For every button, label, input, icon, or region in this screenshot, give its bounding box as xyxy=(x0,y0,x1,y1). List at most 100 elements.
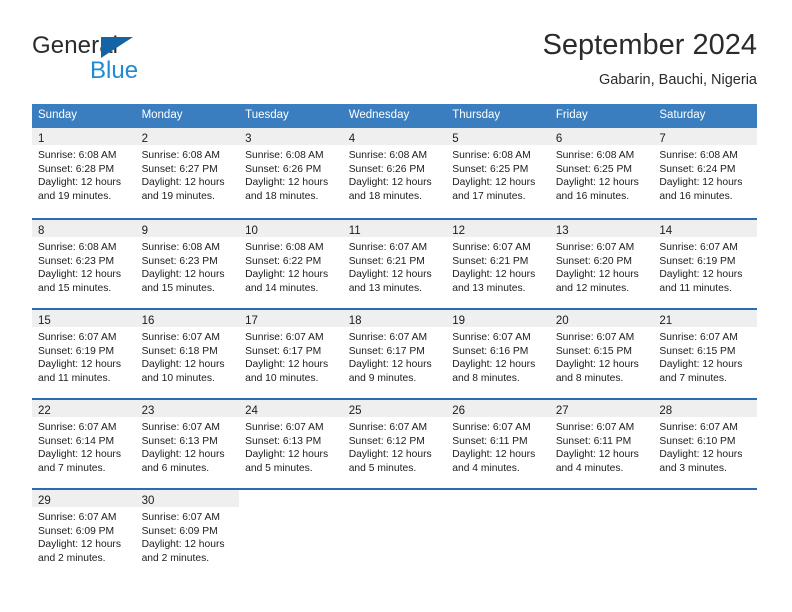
day-number-band: 30 xyxy=(135,490,240,507)
calendar-day[interactable]: 22 Sunrise: 6:07 AM Sunset: 6:14 PM Dayligh… xyxy=(32,398,136,488)
calendar-day[interactable]: 19 Sunrise: 6:07 AM Sunset: 6:16 PM Dayligh… xyxy=(446,308,550,398)
sunset-text: Sunset: 6:15 PM xyxy=(555,345,632,357)
calendar-day[interactable]: 2 Sunrise: 6:08 AM Sunset: 6:27 PM Daylight… xyxy=(135,128,240,218)
day-number-band: 5 xyxy=(446,128,550,145)
calendar-cell xyxy=(653,488,757,578)
day-number-band xyxy=(343,490,447,507)
sunset-text: Sunset: 6:15 PM xyxy=(659,345,736,357)
day-details: Sunrise: 6:07 AM Sunset: 6:09 PM Daylight:… xyxy=(136,507,240,565)
calendar-day[interactable]: 12 Sunrise: 6:07 AM Sunset: 6:21 PM Dayligh… xyxy=(446,218,550,308)
calendar-cell: 5 Sunrise: 6:08 AM Sunset: 6:25 PM Daylight… xyxy=(446,128,550,218)
daylight-text-line1: Daylight: 12 hours xyxy=(452,359,536,370)
calendar-cell: 30 Sunrise: 6:07 AM Sunset: 6:09 PM Dayligh… xyxy=(135,488,240,578)
calendar-cell xyxy=(549,488,654,578)
calendar-cell: 7 Sunrise: 6:08 AM Sunset: 6:24 PM Daylight… xyxy=(653,128,757,218)
sunrise-text: Sunrise: 6:08 AM xyxy=(141,242,220,253)
calendar-day[interactable]: 6 Sunrise: 6:08 AM Sunset: 6:25 PM Daylight… xyxy=(549,128,654,218)
calendar-cell: 10 Sunrise: 6:08 AM Sunset: 6:22 PM Dayligh… xyxy=(239,218,343,308)
calendar-day[interactable]: 10 Sunrise: 6:08 AM Sunset: 6:22 PM Dayligh… xyxy=(239,218,343,308)
calendar-day[interactable]: 24 Sunrise: 6:07 AM Sunset: 6:13 PM Dayligh… xyxy=(239,398,343,488)
sunrise-text: Sunrise: 6:08 AM xyxy=(555,150,635,161)
calendar-day[interactable]: 1 Sunrise: 6:08 AM Sunset: 6:28 PM Daylight… xyxy=(32,128,136,218)
daylight-text-line2: and 4 minutes. xyxy=(452,462,520,474)
day-number-band: 21 xyxy=(653,310,757,327)
daylight-text-line2: and 4 minutes. xyxy=(555,462,624,474)
calendar-day-inner: 18 Sunrise: 6:07 AM Sunset: 6:17 PM Dayligh… xyxy=(342,310,447,398)
day-details: Sunrise: 6:08 AM Sunset: 6:28 PM Daylight:… xyxy=(32,145,136,203)
calendar-day-inner: 26 Sunrise: 6:07 AM Sunset: 6:11 PM Dayligh… xyxy=(446,400,550,488)
calendar-day[interactable]: 5 Sunrise: 6:08 AM Sunset: 6:25 PM Daylight… xyxy=(446,128,550,218)
day-details xyxy=(653,507,757,511)
calendar-day[interactable]: 15 Sunrise: 6:07 AM Sunset: 6:19 PM Dayligh… xyxy=(32,308,136,398)
calendar-day-inner: 2 Sunrise: 6:08 AM Sunset: 6:27 PM Daylight… xyxy=(135,128,240,216)
sunset-text: Sunset: 6:19 PM xyxy=(38,345,115,357)
calendar-day[interactable]: 3 Sunrise: 6:08 AM Sunset: 6:26 PM Daylight… xyxy=(239,128,343,218)
day-details xyxy=(550,507,654,511)
calendar-day[interactable]: 23 Sunrise: 6:07 AM Sunset: 6:13 PM Dayligh… xyxy=(135,398,240,488)
calendar-day-empty xyxy=(239,488,343,578)
day-number: 19 xyxy=(452,315,466,327)
calendar-day-inner: 3 Sunrise: 6:08 AM Sunset: 6:26 PM Daylight… xyxy=(239,128,343,216)
day-number-band: 2 xyxy=(135,128,240,145)
calendar-day[interactable]: 8 Sunrise: 6:08 AM Sunset: 6:23 PM Daylight… xyxy=(32,218,136,308)
sunset-text: Sunset: 6:19 PM xyxy=(659,255,736,267)
sunrise-text: Sunrise: 6:08 AM xyxy=(452,150,531,161)
day-details: Sunrise: 6:07 AM Sunset: 6:15 PM Daylight:… xyxy=(550,327,654,385)
brand-logo[interactable]: General Blue xyxy=(32,33,262,87)
calendar-day-inner xyxy=(550,490,654,578)
calendar-day-inner: 4 Sunrise: 6:08 AM Sunset: 6:26 PM Daylight… xyxy=(342,128,447,216)
calendar-day[interactable]: 21 Sunrise: 6:07 AM Sunset: 6:15 PM Dayligh… xyxy=(653,308,757,398)
sunset-text: Sunset: 6:12 PM xyxy=(348,435,425,447)
calendar-day[interactable]: 30 Sunrise: 6:07 AM Sunset: 6:09 PM Dayligh… xyxy=(135,488,240,578)
sunrise-text: Sunrise: 6:08 AM xyxy=(38,150,117,161)
daylight-text-line1: Daylight: 12 hours xyxy=(245,359,329,370)
daylight-text-line1: Daylight: 12 hours xyxy=(555,177,639,188)
day-number-band xyxy=(653,490,757,507)
day-number: 13 xyxy=(555,225,569,237)
calendar-day[interactable]: 25 Sunrise: 6:07 AM Sunset: 6:12 PM Dayligh… xyxy=(342,398,447,488)
day-details: Sunrise: 6:07 AM Sunset: 6:11 PM Daylight:… xyxy=(446,417,550,475)
calendar-cell: 21 Sunrise: 6:07 AM Sunset: 6:15 PM Dayligh… xyxy=(653,308,757,398)
calendar-day[interactable]: 7 Sunrise: 6:08 AM Sunset: 6:24 PM Daylight… xyxy=(653,128,757,218)
calendar-day[interactable]: 13 Sunrise: 6:07 AM Sunset: 6:20 PM Dayligh… xyxy=(549,218,654,308)
calendar-day[interactable]: 4 Sunrise: 6:08 AM Sunset: 6:26 PM Daylight… xyxy=(342,128,447,218)
sunrise-text: Sunrise: 6:07 AM xyxy=(141,512,220,523)
weekday-header-friday: Friday xyxy=(549,104,654,128)
sunset-text: Sunset: 6:25 PM xyxy=(452,163,529,175)
day-number-band: 11 xyxy=(342,220,447,237)
sunrise-text: Sunrise: 6:07 AM xyxy=(659,422,738,433)
calendar-day-inner: 11 Sunrise: 6:07 AM Sunset: 6:21 PM Dayligh… xyxy=(342,220,447,308)
sunrise-text: Sunrise: 6:07 AM xyxy=(141,332,220,343)
calendar-day-inner: 21 Sunrise: 6:07 AM Sunset: 6:15 PM Dayligh… xyxy=(653,310,757,398)
calendar-day[interactable]: 28 Sunrise: 6:07 AM Sunset: 6:10 PM Dayligh… xyxy=(653,398,757,488)
calendar-day[interactable]: 14 Sunrise: 6:07 AM Sunset: 6:19 PM Dayligh… xyxy=(653,218,757,308)
sunset-text: Sunset: 6:24 PM xyxy=(659,163,736,175)
day-number-band: 24 xyxy=(239,400,343,417)
day-number: 7 xyxy=(659,133,666,145)
sunset-text: Sunset: 6:22 PM xyxy=(245,255,322,267)
day-details: Sunrise: 6:07 AM Sunset: 6:13 PM Daylight:… xyxy=(239,417,343,475)
title-block: September 2024 Gabarin, Bauchi, Nigeria xyxy=(543,28,757,89)
calendar-day-inner: 12 Sunrise: 6:07 AM Sunset: 6:21 PM Dayligh… xyxy=(446,220,550,308)
day-details: Sunrise: 6:07 AM Sunset: 6:17 PM Daylight:… xyxy=(239,327,343,385)
calendar-day[interactable]: 27 Sunrise: 6:07 AM Sunset: 6:11 PM Dayligh… xyxy=(549,398,654,488)
calendar-day[interactable]: 20 Sunrise: 6:07 AM Sunset: 6:15 PM Dayligh… xyxy=(549,308,654,398)
day-number: 22 xyxy=(38,405,51,417)
calendar-day[interactable]: 16 Sunrise: 6:07 AM Sunset: 6:18 PM Dayligh… xyxy=(135,308,240,398)
daylight-text-line2: and 7 minutes. xyxy=(659,372,727,384)
day-number: 26 xyxy=(452,405,466,417)
calendar-day[interactable]: 26 Sunrise: 6:07 AM Sunset: 6:11 PM Dayligh… xyxy=(446,398,550,488)
calendar-day[interactable]: 17 Sunrise: 6:07 AM Sunset: 6:17 PM Dayligh… xyxy=(239,308,343,398)
calendar-day[interactable]: 11 Sunrise: 6:07 AM Sunset: 6:21 PM Dayligh… xyxy=(342,218,447,308)
day-details xyxy=(446,507,550,511)
daylight-text-line1: Daylight: 12 hours xyxy=(141,449,225,460)
calendar-day-empty xyxy=(342,488,447,578)
day-number: 14 xyxy=(659,225,673,237)
calendar-day[interactable]: 29 Sunrise: 6:07 AM Sunset: 6:09 PM Dayligh… xyxy=(32,488,136,578)
calendar-day[interactable]: 9 Sunrise: 6:08 AM Sunset: 6:23 PM Daylight… xyxy=(135,218,240,308)
daylight-text-line1: Daylight: 12 hours xyxy=(659,269,743,280)
daylight-text-line1: Daylight: 12 hours xyxy=(452,449,536,460)
sunset-text: Sunset: 6:25 PM xyxy=(555,163,632,175)
calendar-day-inner: 23 Sunrise: 6:07 AM Sunset: 6:13 PM Dayligh… xyxy=(135,400,240,488)
calendar-day[interactable]: 18 Sunrise: 6:07 AM Sunset: 6:17 PM Dayligh… xyxy=(342,308,447,398)
